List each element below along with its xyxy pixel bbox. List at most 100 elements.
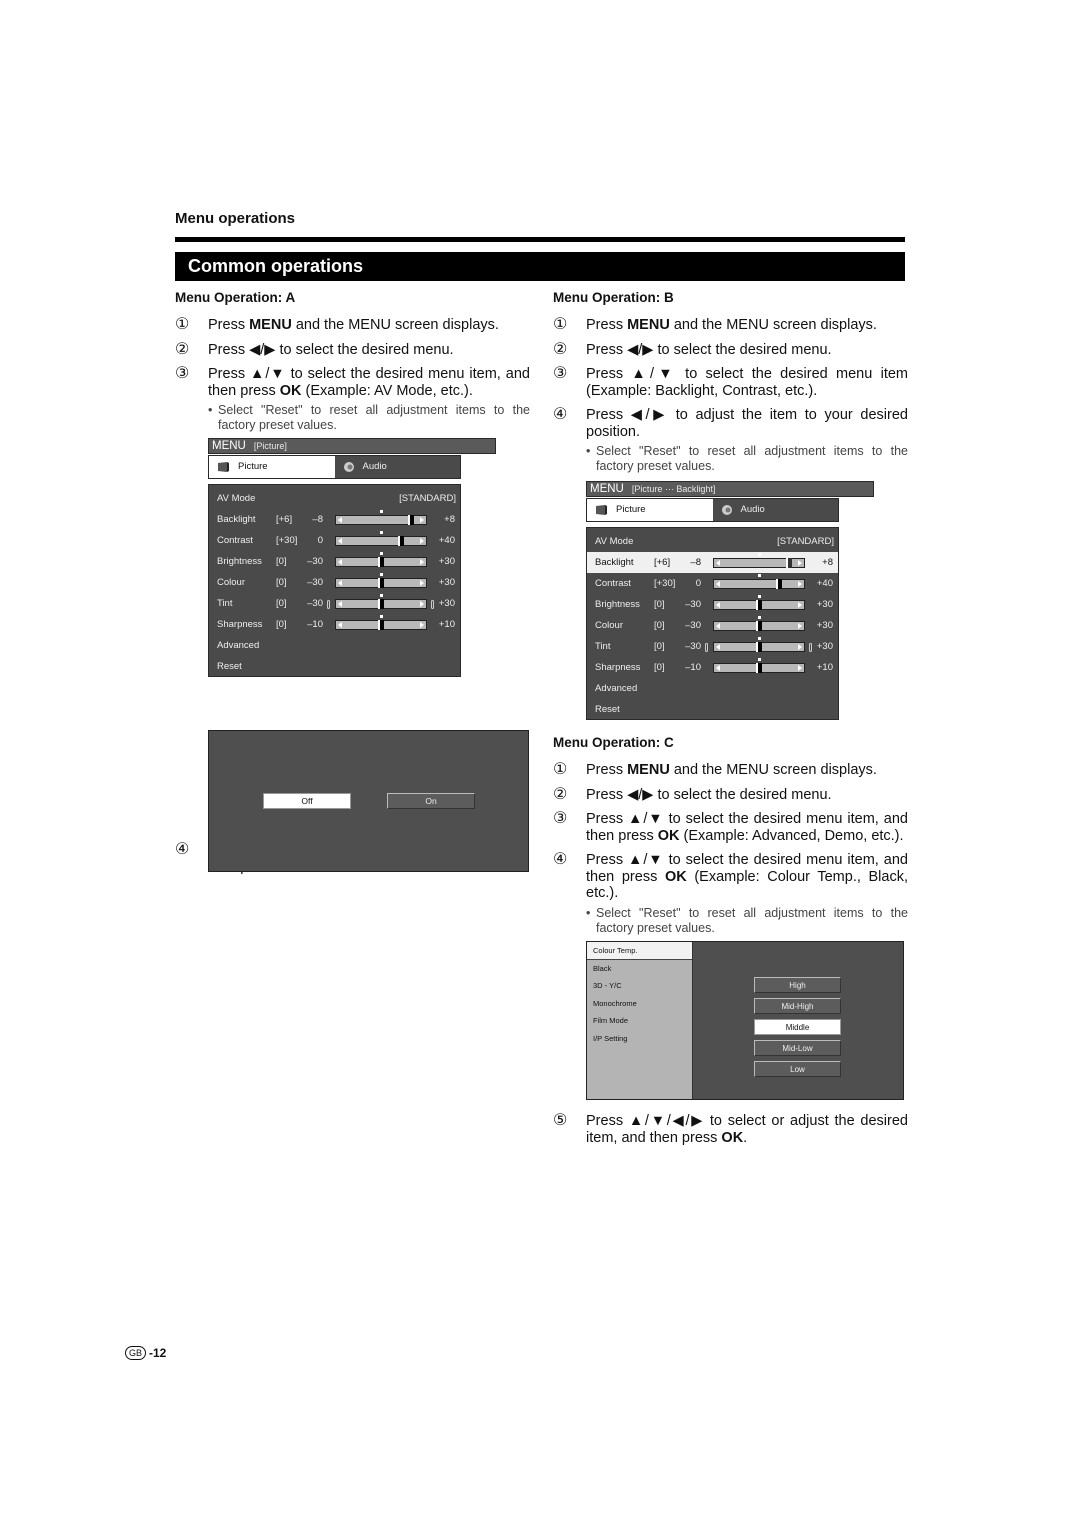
slider-right-arrow-icon [420,559,424,565]
section-label: Menu operations [175,210,296,227]
slider-left-arrow-icon [716,581,720,587]
slider-knob[interactable] [756,600,762,610]
op-c-heading: Menu Operation: C [553,735,674,750]
osd-row-value: [STANDARD] [399,493,456,504]
slider-left-arrow-icon [716,602,720,608]
osd-row-contrast[interactable]: Contrast [+30] 0 +40 [587,573,838,594]
step-text: Press ◀/▶ to adjust the item to your des… [586,407,908,440]
osd-row-min: –8 [690,557,701,568]
osd-slider[interactable] [713,658,805,673]
slider-center-marker [758,574,761,577]
slider-right-arrow-icon [798,644,802,650]
menu-operation-b: Menu Operation: B ① Press MENU and the ME… [553,290,908,482]
osd-row-tint[interactable]: Tint [0] –30 +30 [209,593,460,614]
osd-row-current: [+6] [276,514,293,525]
osd-slider[interactable] [335,573,427,588]
advanced-menu-item[interactable]: 3D - Y/C [587,977,692,995]
step-number: ② [553,340,568,358]
osd-row-max: +40 [438,535,455,546]
colour-temp-option[interactable]: High [754,977,841,993]
colour-temp-option[interactable]: Mid-Low [754,1040,841,1056]
osd-row-advanced[interactable]: Advanced [209,635,460,656]
osd-tab-audio[interactable]: Audio [334,456,460,478]
slider-left-arrow-icon [716,560,720,566]
osd-slider[interactable] [335,510,427,525]
osd-slider[interactable] [713,637,805,652]
osd-row-label: Colour [217,577,245,588]
slider-right-arrow-icon [420,601,424,607]
osd-slider[interactable] [713,553,805,568]
instruction-step: ④ Press ◀/▶ to adjust the item to your de… [553,407,908,440]
step-text: Press MENU and the MENU screen displays. [586,317,877,333]
advanced-menu-item[interactable]: Film Mode [587,1012,692,1030]
slider-left-arrow-icon [716,644,720,650]
colour-temp-option[interactable]: Mid-High [754,998,841,1014]
osd-row-brightness[interactable]: Brightness [0] –30 +30 [587,594,838,615]
osd-row-min: –30 [685,599,701,610]
osd-slider[interactable] [335,615,427,630]
osd-row-av-mode[interactable]: AV Mode [STANDARD] [587,531,838,552]
osd-slider[interactable] [335,552,427,567]
tint-pill-right-icon [809,643,812,652]
osd-slider[interactable] [713,616,805,631]
slider-center-marker [380,615,383,618]
osd-row-colour[interactable]: Colour [0] –30 +30 [587,615,838,636]
slider-knob[interactable] [786,558,792,568]
slider-left-arrow-icon [338,622,342,628]
colour-temp-option[interactable]: Low [754,1061,841,1077]
osd-row-label: Advanced [217,640,260,651]
osd-row-min: –30 [307,556,323,567]
osd-row-max: +30 [438,577,455,588]
osd-slider[interactable] [335,531,427,546]
osd-row-backlight[interactable]: Backlight [+6] –8 +8 [209,509,460,530]
slider-knob[interactable] [378,578,384,588]
osd-row-current: [0] [654,662,665,673]
osd-tab-picture[interactable]: Picture [209,456,335,478]
advanced-menu-item[interactable]: I/P Setting [587,1030,692,1048]
slider-knob[interactable] [756,621,762,631]
slider-knob[interactable] [756,663,762,673]
slider-right-arrow-icon [420,580,424,586]
on-option[interactable]: On [387,793,475,809]
picture-icon [218,462,229,472]
osd-row-backlight[interactable]: Backlight [+6] –8 +8 [587,552,838,573]
osd-slider[interactable] [713,574,805,589]
slider-knob[interactable] [408,515,414,525]
slider-knob[interactable] [378,620,384,630]
osd-row-advanced[interactable]: Advanced [587,678,838,699]
osd-row-brightness[interactable]: Brightness [0] –30 +30 [209,551,460,572]
instruction-step: ② Press ◀/▶ to select the desired menu. [553,786,908,804]
slider-knob[interactable] [776,579,782,589]
page-title: Common operations [175,252,905,281]
advanced-menu-item[interactable]: Black [587,960,692,978]
slider-knob[interactable] [378,557,384,567]
osd-row-reset[interactable]: Reset [209,656,460,677]
osd-slider[interactable] [713,595,805,610]
osd-tab-label: Audio [740,504,765,515]
slider-knob[interactable] [398,536,404,546]
osd-colour-temp-screen: Colour Temp. Black 3D - Y/C Monochrome Film … [586,941,904,1100]
osd-row-tint[interactable]: Tint [0] –30 +30 [587,636,838,657]
osd-row-reset[interactable]: Reset [587,699,838,720]
osd-slider[interactable] [335,594,427,609]
osd-row-av-mode[interactable]: AV Mode [STANDARD] [209,488,460,509]
osd-row-label: Backlight [595,557,634,568]
osd-row-label: Tint [217,598,233,609]
osd-row-max: +8 [822,557,833,568]
osd-row-sharpness[interactable]: Sharpness [0] –10 +10 [587,657,838,678]
osd-row-contrast[interactable]: Contrast [+30] 0 +40 [209,530,460,551]
colour-temp-option[interactable]: Middle [754,1019,841,1035]
slider-knob[interactable] [378,599,384,609]
osd-tab-audio[interactable]: Audio [712,499,838,521]
advanced-menu-item[interactable]: Colour Temp. [587,942,692,960]
off-option[interactable]: Off [263,793,351,809]
step-note: • Select "Reset" to reset all adjustment … [586,906,908,936]
step-number: ⑤ [553,1112,568,1129]
advanced-menu-item[interactable]: Monochrome [587,995,692,1013]
osd-tab-picture[interactable]: Picture [587,499,713,521]
osd-row-sharpness[interactable]: Sharpness [0] –10 +10 [209,614,460,635]
osd-row-max: +30 [816,599,833,610]
slider-knob[interactable] [756,642,762,652]
osd-row-label: Reset [217,661,242,672]
osd-row-colour[interactable]: Colour [0] –30 +30 [209,572,460,593]
